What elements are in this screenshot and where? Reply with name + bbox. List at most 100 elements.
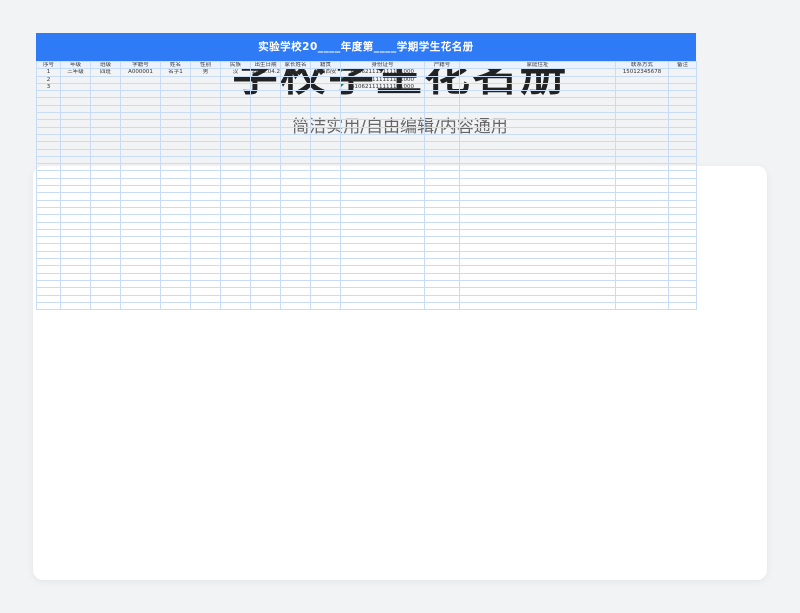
table-cell[interactable] — [250, 301, 281, 311]
table-cell[interactable] — [424, 126, 460, 135]
table-cell[interactable] — [60, 294, 91, 303]
table-cell[interactable] — [90, 185, 121, 194]
table-cell[interactable] — [190, 185, 221, 194]
table-cell[interactable] — [190, 301, 221, 311]
table-cell[interactable] — [310, 279, 341, 289]
table-cell[interactable] — [250, 148, 281, 157]
table-cell[interactable] — [340, 112, 425, 121]
table-cell[interactable] — [190, 250, 221, 260]
table-cell[interactable] — [424, 243, 460, 252]
table-cell[interactable] — [250, 155, 281, 165]
table-cell[interactable] — [615, 148, 669, 157]
table-cell[interactable] — [160, 199, 191, 208]
table-cell[interactable] — [280, 148, 311, 157]
table-cell[interactable] — [36, 272, 61, 281]
table-cell[interactable] — [90, 170, 121, 179]
table-cell[interactable] — [90, 82, 121, 92]
table-cell[interactable] — [310, 199, 341, 208]
table-cell[interactable] — [190, 75, 221, 84]
table-cell[interactable] — [190, 206, 221, 216]
table-cell[interactable] — [36, 141, 61, 150]
table-cell[interactable] — [190, 97, 221, 106]
table-cell[interactable] — [615, 177, 669, 187]
table-cell[interactable] — [60, 97, 91, 106]
table-cell[interactable] — [190, 170, 221, 179]
table-cell[interactable] — [250, 119, 281, 128]
table-cell[interactable] — [280, 257, 311, 267]
table-cell[interactable] — [250, 279, 281, 289]
table-cell[interactable] — [340, 206, 425, 216]
table-cell[interactable] — [120, 133, 161, 143]
table-cell[interactable] — [160, 287, 191, 296]
table-cell[interactable] — [615, 221, 669, 230]
table-cell[interactable] — [220, 206, 251, 216]
table-cell[interactable] — [120, 279, 161, 289]
table-cell[interactable] — [36, 177, 61, 187]
table-cell[interactable] — [250, 112, 281, 121]
table-cell[interactable] — [340, 177, 425, 187]
table-cell[interactable] — [120, 221, 161, 230]
table-cell[interactable] — [310, 206, 341, 216]
table-cell[interactable] — [60, 148, 91, 157]
table-cell[interactable] — [60, 228, 91, 238]
table-cell[interactable] — [668, 228, 697, 238]
table-cell[interactable] — [340, 199, 425, 208]
table-cell[interactable] — [220, 265, 251, 274]
table-cell[interactable] — [668, 112, 697, 121]
table-cell[interactable] — [615, 243, 669, 252]
table-cell[interactable] — [220, 75, 251, 84]
table-cell[interactable] — [459, 68, 616, 77]
table-cell[interactable] — [310, 163, 341, 172]
table-cell[interactable] — [459, 243, 616, 252]
table-cell[interactable] — [459, 265, 616, 274]
table-cell[interactable] — [668, 192, 697, 201]
table-cell[interactable] — [36, 228, 61, 238]
table-cell[interactable] — [160, 97, 191, 106]
table-cell[interactable] — [615, 279, 669, 289]
table-cell[interactable] — [340, 141, 425, 150]
table-cell[interactable] — [190, 90, 221, 99]
table-cell[interactable] — [310, 170, 341, 179]
table-cell[interactable] — [160, 141, 191, 150]
table-cell[interactable] — [668, 82, 697, 92]
table-cell[interactable] — [120, 228, 161, 238]
table-cell[interactable] — [90, 287, 121, 296]
table-cell[interactable] — [36, 301, 61, 311]
table-cell[interactable] — [120, 294, 161, 303]
table-cell[interactable] — [424, 279, 460, 289]
table-cell[interactable] — [190, 104, 221, 114]
table-cell[interactable] — [250, 206, 281, 216]
table-cell[interactable] — [459, 287, 616, 296]
table-cell[interactable] — [459, 177, 616, 187]
table-cell[interactable] — [424, 97, 460, 106]
table-cell[interactable] — [190, 141, 221, 150]
table-cell[interactable] — [36, 126, 61, 135]
table-cell[interactable] — [615, 155, 669, 165]
table-cell[interactable] — [310, 90, 341, 99]
table-cell[interactable] — [60, 221, 91, 230]
table-cell[interactable] — [310, 112, 341, 121]
table-cell[interactable] — [120, 82, 161, 92]
table-cell[interactable] — [310, 214, 341, 223]
table-cell[interactable] — [668, 170, 697, 179]
table-cell[interactable]: 610621111111111000 — [340, 82, 425, 92]
table-cell[interactable] — [424, 155, 460, 165]
table-cell[interactable] — [615, 265, 669, 274]
table-cell[interactable]: 15012345678 — [615, 68, 669, 77]
table-cell[interactable] — [220, 250, 251, 260]
table-cell[interactable] — [459, 163, 616, 172]
table-cell[interactable] — [220, 126, 251, 135]
table-cell[interactable] — [90, 104, 121, 114]
table-cell[interactable] — [250, 250, 281, 260]
table-cell[interactable] — [36, 214, 61, 223]
table-cell[interactable] — [668, 141, 697, 150]
table-cell[interactable] — [160, 214, 191, 223]
table-cell[interactable] — [220, 279, 251, 289]
table-cell[interactable] — [615, 199, 669, 208]
table-cell[interactable] — [160, 272, 191, 281]
table-cell[interactable] — [668, 75, 697, 84]
table-cell[interactable]: A000001 — [120, 68, 161, 77]
table-cell[interactable] — [424, 214, 460, 223]
table-cell[interactable] — [90, 236, 121, 245]
table-cell[interactable] — [668, 206, 697, 216]
